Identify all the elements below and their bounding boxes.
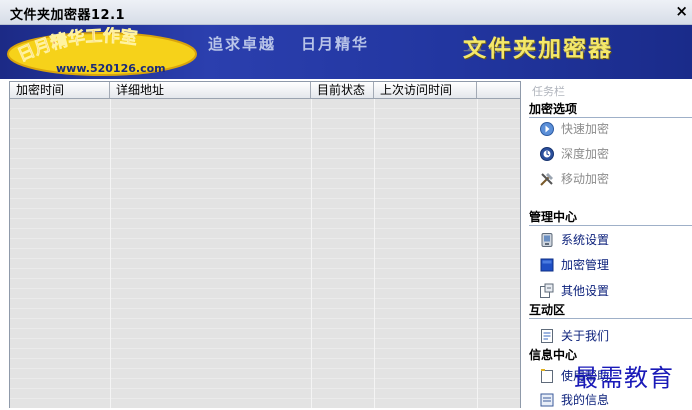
- encrypted-folder-list[interactable]: 加密时间 详细地址 目前状态 上次访问时间: [9, 81, 521, 408]
- window-title: 文件夹加密器12.1: [10, 8, 126, 23]
- column-header-status[interactable]: 目前状态: [311, 82, 374, 98]
- task-item-label: 系统设置: [561, 233, 610, 247]
- task-item-label: 移动加密: [561, 172, 610, 186]
- system-settings-icon: [541, 232, 553, 247]
- watermark-text: 最需教育: [574, 364, 674, 392]
- list-header: 加密时间 详细地址 目前状态 上次访问时间: [10, 82, 520, 99]
- group-encrypt-options: 加密选项: [529, 102, 692, 118]
- task-item-system-settings[interactable]: 系统设置: [539, 230, 609, 250]
- close-icon[interactable]: ×: [675, 2, 688, 20]
- task-item-other-settings[interactable]: 其他设置: [539, 281, 609, 301]
- task-pane-title: 任务栏: [532, 85, 565, 98]
- slogan-pursue-excellence: 追求卓越: [208, 35, 277, 53]
- group-interaction: 互动区: [529, 303, 692, 319]
- task-item-move-encrypt[interactable]: 移动加密: [539, 169, 609, 189]
- banner-app-name-reflection: 文件夹加密器: [463, 40, 613, 54]
- task-item-deep-encrypt[interactable]: 深度加密: [539, 144, 609, 164]
- encrypt-manage-icon: [540, 258, 554, 271]
- column-divider: [477, 99, 478, 408]
- column-header-encrypt-time[interactable]: 加密时间: [10, 82, 110, 98]
- task-item-quick-encrypt[interactable]: 快速加密: [539, 119, 609, 139]
- column-header-last-access[interactable]: 上次访问时间: [374, 82, 477, 98]
- studio-logo: 日月精华工作室 www.520126.com: [7, 27, 197, 76]
- slogan-studio: 日月精华: [301, 35, 370, 53]
- task-item-label: 快速加密: [561, 122, 610, 136]
- task-item-label: 深度加密: [561, 147, 610, 161]
- about-icon: [541, 328, 553, 343]
- column-divider: [374, 99, 375, 408]
- app-banner: 日月精华工作室 www.520126.com 追求卓越 日月精华 文件夹加密器 …: [0, 25, 692, 79]
- list-body[interactable]: [10, 99, 520, 408]
- task-item-label: 关于我们: [561, 329, 610, 343]
- logo-url: www.520126.com: [56, 62, 166, 75]
- task-item-label: 我的信息: [561, 393, 610, 407]
- quick-encrypt-icon: [540, 121, 554, 136]
- my-info-icon: [540, 393, 554, 406]
- group-management-center: 管理中心: [529, 210, 692, 226]
- column-divider: [110, 99, 111, 408]
- task-item-my-info[interactable]: 我的信息: [539, 390, 609, 410]
- task-item-encrypt-manage[interactable]: 加密管理: [539, 255, 609, 275]
- task-item-label: 其他设置: [561, 284, 610, 298]
- task-item-about-us[interactable]: 关于我们: [539, 326, 609, 346]
- column-header-path[interactable]: 详细地址: [110, 82, 311, 98]
- task-item-label: 加密管理: [561, 258, 610, 272]
- move-encrypt-icon: [540, 172, 553, 186]
- deep-encrypt-icon: [540, 146, 554, 161]
- title-bar[interactable]: 文件夹加密器12.1 ×: [0, 0, 692, 25]
- help-icon: [541, 368, 553, 383]
- other-settings-icon: [540, 283, 554, 298]
- column-divider: [311, 99, 312, 408]
